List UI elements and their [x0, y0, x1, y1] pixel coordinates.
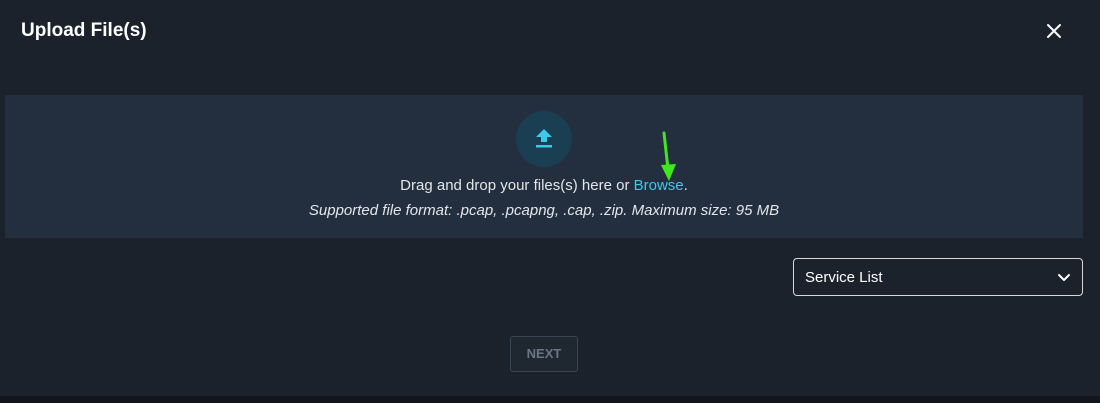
drop-instructions: Drag and drop your files(s) here or Brow… — [5, 177, 1083, 194]
dialog-title: Upload File(s) — [21, 20, 147, 41]
drop-text-suffix: . — [683, 177, 688, 194]
upload-icon — [536, 129, 552, 148]
supported-formats-text: Supported file format: .pcap, .pcapng, .… — [308, 202, 780, 219]
service-select-value: Service List — [805, 269, 883, 286]
bottom-strip — [0, 396, 1100, 403]
arrow-down-icon — [661, 131, 676, 181]
close-button[interactable] — [1042, 19, 1066, 43]
chevron-down-icon — [1058, 274, 1070, 281]
close-icon — [1047, 24, 1061, 38]
file-dropzone[interactable]: Drag and drop your files(s) here or Brow… — [5, 95, 1083, 238]
next-button[interactable]: NEXT — [510, 336, 578, 372]
drop-text-prefix: Drag and drop your files(s) here or — [400, 177, 634, 194]
upload-button[interactable] — [516, 111, 572, 167]
upload-dialog: Upload File(s) Drag and drop your files(… — [0, 0, 1100, 396]
service-list-select[interactable]: Service List — [793, 258, 1083, 296]
